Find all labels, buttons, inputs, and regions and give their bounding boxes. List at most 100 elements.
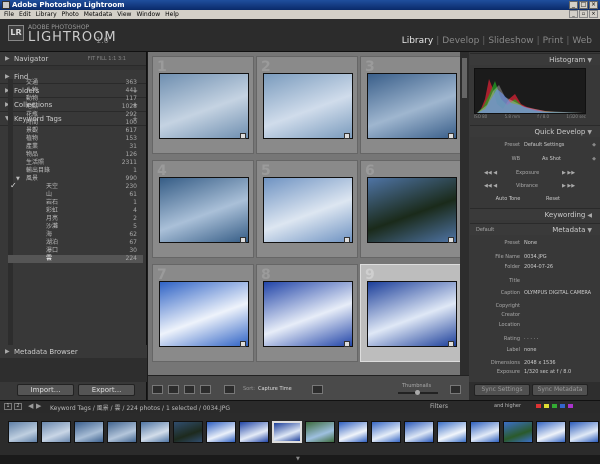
panel-navigator[interactable]: ▶ Navigator FIT FILL 1:1 3:1 <box>0 52 146 66</box>
keyword-row[interactable]: 海 62 <box>8 231 143 239</box>
sync-metadata-button[interactable]: Sync Metadata <box>532 384 588 396</box>
qd-wb-value[interactable]: As Shot <box>542 155 561 163</box>
module-slideshow[interactable]: Slideshow <box>488 36 533 46</box>
minimize-icon[interactable]: _ <box>569 1 578 9</box>
grid-cell[interactable]: 9 <box>360 264 462 362</box>
color-label-blue-icon[interactable] <box>560 404 565 408</box>
close-icon[interactable]: × <box>589 1 598 9</box>
keyword-row[interactable]: 岩石 1 <box>8 199 143 207</box>
metadata-preset-row[interactable]: Preset None <box>474 239 596 247</box>
grid-scrollbar-thumb[interactable] <box>462 58 467 98</box>
spray-can-icon[interactable] <box>312 385 323 394</box>
filters-label[interactable]: Filters <box>430 403 448 410</box>
filmstrip-thumbnail[interactable] <box>41 421 71 443</box>
filmstrip-thumbnail[interactable] <box>569 421 599 443</box>
metadata-preset-value[interactable]: None <box>524 239 537 247</box>
photo-thumbnail[interactable] <box>159 73 249 139</box>
keyword-row[interactable]: 時間 100 <box>8 119 143 127</box>
filmstrip-thumbnail[interactable] <box>173 421 203 443</box>
badge-icon[interactable] <box>240 133 246 139</box>
step-up-icon[interactable]: ▶ ▶▶ <box>562 182 575 190</box>
grid-cell[interactable]: 8 <box>256 264 358 362</box>
panel-metadata-browser[interactable]: ▶ Metadata Browser <box>0 345 147 359</box>
page-1-button[interactable]: 1 <box>4 403 12 410</box>
survey-view-icon[interactable] <box>200 385 211 394</box>
color-label-purple-icon[interactable] <box>568 404 573 408</box>
metadata-field-value[interactable]: 2048 x 1536 <box>524 359 556 367</box>
metadata-field-row[interactable]: Creator <box>474 311 596 319</box>
import-button[interactable]: Import... <box>17 384 74 396</box>
sync-settings-button[interactable]: Sync Settings <box>474 384 530 396</box>
thumbnail-size-knob[interactable] <box>415 390 420 395</box>
painter-icon[interactable] <box>224 385 235 394</box>
metadata-field-value[interactable]: · · · · · <box>524 335 538 343</box>
filmstrip-thumbnail[interactable] <box>107 421 137 443</box>
panel-metadata[interactable]: Default Metadata ▼ <box>470 223 600 235</box>
menu-metadata[interactable]: Metadata <box>84 10 112 19</box>
compare-view-icon[interactable] <box>184 385 195 394</box>
keyword-row[interactable]: 景觀 617 <box>8 127 143 135</box>
module-library[interactable]: Library <box>402 36 433 46</box>
menu-minimize-icon[interactable]: _ <box>569 10 578 18</box>
photo-thumbnail[interactable] <box>263 177 353 243</box>
step-down-icon[interactable]: ◀◀ ◀ <box>484 182 497 190</box>
color-label-yellow-icon[interactable] <box>544 404 549 408</box>
metadata-field-row[interactable]: Dimensions 2048 x 1536 <box>474 359 596 367</box>
menu-view[interactable]: View <box>117 10 131 19</box>
keyword-row[interactable]: 彩虹 4 <box>8 207 143 215</box>
filmstrip-thumbnail[interactable] <box>470 421 500 443</box>
keyword-row[interactable]: 沙灘 5 <box>8 223 143 231</box>
step-up-icon[interactable]: ▶ ▶▶ <box>562 169 575 177</box>
metadata-field-row[interactable]: Exposure 1/320 sec at f / 8.0 <box>474 368 596 376</box>
sort-select[interactable]: Capture Time <box>258 386 292 392</box>
keyword-row[interactable]: ✓ 天空 230 <box>8 182 143 191</box>
filmstrip-thumbnail[interactable] <box>371 421 401 443</box>
filmstrip-thumbnail[interactable] <box>206 421 236 443</box>
badge-icon[interactable] <box>344 133 350 139</box>
menu-restore-icon[interactable]: ▫ <box>579 10 588 18</box>
metadata-field-row[interactable]: File Name 0034.JPG <box>474 253 596 261</box>
menu-close-icon[interactable]: × <box>589 10 598 18</box>
maximize-icon[interactable]: □ <box>579 1 588 9</box>
color-label-green-icon[interactable] <box>552 404 557 408</box>
rating-filter-select[interactable]: and higher <box>494 403 521 409</box>
metadata-field-row[interactable]: Rating · · · · · <box>474 335 596 343</box>
photo-thumbnail[interactable] <box>263 73 353 139</box>
keyword-row[interactable]: 物品 126 <box>8 151 143 159</box>
menu-edit[interactable]: Edit <box>19 10 31 19</box>
metadata-field-row[interactable]: Caption OLYMPUS DIGITAL CAMERA <box>474 289 596 297</box>
metadata-field-row[interactable]: Location <box>474 321 596 329</box>
keyword-row[interactable]: 花瓶 292 <box>8 111 143 119</box>
keyword-row[interactable]: 植物 153 <box>8 135 143 143</box>
grid-scrollbar[interactable] <box>460 52 469 375</box>
metadata-field-value[interactable]: none <box>524 346 536 354</box>
filmstrip-thumbnail[interactable] <box>437 421 467 443</box>
photo-thumbnail[interactable] <box>159 281 249 347</box>
menu-window[interactable]: Window <box>136 10 160 19</box>
toolbar-menu-icon[interactable] <box>450 385 461 394</box>
menu-library[interactable]: Library <box>36 10 57 19</box>
grid-cell[interactable]: 1 <box>152 56 254 154</box>
menu-photo[interactable]: Photo <box>62 10 79 19</box>
reset-button[interactable]: Reset <box>540 195 566 203</box>
metadata-field-row[interactable]: Title <box>474 277 596 285</box>
back-arrow-icon[interactable]: ◀ <box>28 402 33 410</box>
menu-file[interactable]: File <box>4 10 14 19</box>
photo-thumbnail[interactable] <box>367 73 457 139</box>
badge-icon[interactable] <box>448 133 454 139</box>
export-button[interactable]: Export... <box>78 384 135 396</box>
metadata-field-value[interactable]: 1/320 sec at f / 8.0 <box>524 368 571 376</box>
filmstrip-thumbnail[interactable] <box>140 421 170 443</box>
menu-help[interactable]: Help <box>165 10 179 19</box>
keyword-row[interactable]: 湖泊 67 <box>8 239 143 247</box>
keyword-row[interactable]: 山 61 <box>8 191 143 199</box>
filmstrip-thumbnail[interactable] <box>239 421 269 443</box>
auto-tone-button[interactable]: Auto Tone <box>490 195 526 203</box>
qd-preset-row[interactable]: Preset Default Settings ◆ <box>474 141 596 149</box>
keyword-row[interactable]: ▼ 風景 990 <box>8 175 143 183</box>
photo-thumbnail[interactable] <box>367 281 457 347</box>
badge-icon[interactable] <box>344 237 350 243</box>
keyword-row[interactable]: 輸出目錄 1 <box>8 167 143 175</box>
filmstrip-thumbnail[interactable] <box>8 421 38 443</box>
badge-icon[interactable] <box>240 237 246 243</box>
